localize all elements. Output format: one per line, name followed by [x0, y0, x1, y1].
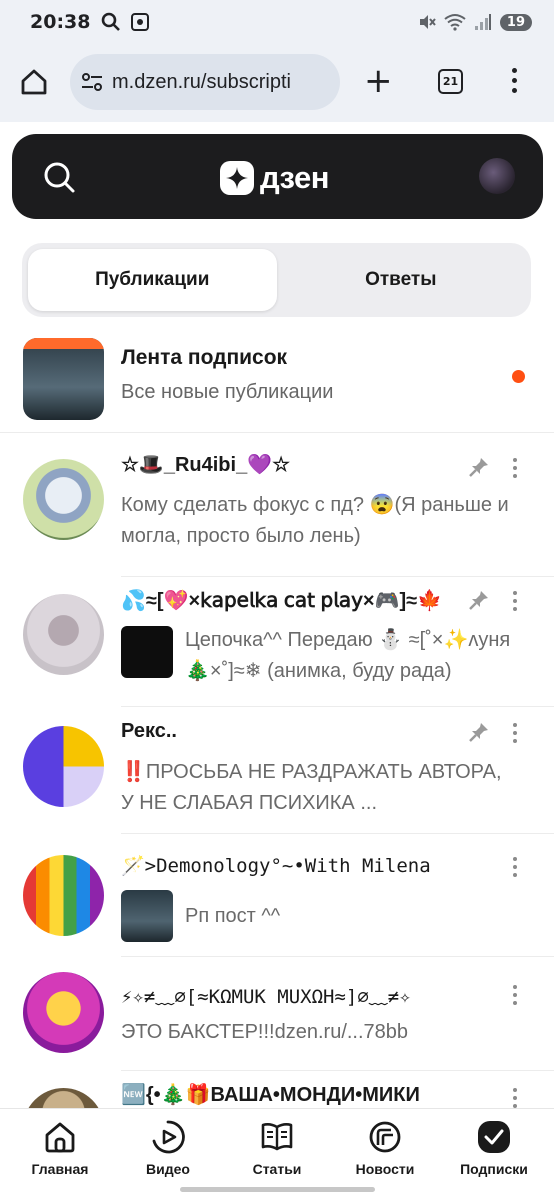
tab-answers[interactable]: Ответы: [277, 249, 526, 311]
channel-avatar: [23, 972, 104, 1053]
search-status-icon: [102, 12, 121, 31]
url-text: m.dzen.ru/subscripti: [112, 70, 291, 93]
channel-name: Рекс..: [121, 720, 177, 742]
nav-video-label: Видео: [146, 1161, 190, 1177]
nav-subscriptions[interactable]: Подписки: [444, 1119, 544, 1177]
dzen-logo-icon: [220, 161, 254, 195]
channel-item[interactable]: Рекс.. ‼️ПРОСЬБА НЕ РАЗДРАЖАТЬ АВТОРА, У…: [0, 712, 554, 836]
dzen-logo-text: дзен: [260, 160, 330, 195]
content-type-switch: Публикации Ответы: [22, 243, 531, 317]
nav-home[interactable]: Главная: [10, 1119, 110, 1177]
channel-item[interactable]: ⚡✧≠﹏⌀[≈KΩMUK MUXΩH≈]⌀﹏≠✧ ЭТО БАКСТЕР!!!d…: [0, 960, 554, 1074]
book-icon: [259, 1119, 295, 1155]
more-options-button[interactable]: [513, 985, 517, 1005]
new-tab-button[interactable]: +: [364, 64, 393, 98]
more-options-button[interactable]: [513, 458, 517, 478]
profile-avatar[interactable]: [479, 158, 515, 194]
more-options-button[interactable]: [513, 857, 517, 877]
channel-name: 💦≈[💖×𝗄𝖺𝗉𝖾𝗅𝗄𝖺 𝖼𝖺𝗍 𝗉𝗅𝖺𝗒×🎮]≈🍁: [121, 590, 443, 612]
post-snippet: Кому сделать фокус с пд? 😨(Я раньше и мо…: [121, 494, 509, 547]
signal-icon: [474, 14, 491, 30]
search-button[interactable]: [42, 160, 76, 198]
nav-articles[interactable]: Статьи: [227, 1119, 327, 1177]
nav-articles-label: Статьи: [252, 1161, 302, 1177]
more-options-button[interactable]: [513, 1088, 517, 1108]
post-preview-image: [121, 890, 173, 942]
channel-avatar: [23, 1088, 104, 1108]
channel-name: ☆🎩_Ru4ibi_💜☆: [121, 454, 291, 476]
more-options-button[interactable]: [513, 723, 517, 743]
unread-indicator: [512, 370, 525, 383]
more-options-button[interactable]: [513, 591, 517, 611]
channel-name: 🆕{•🎄🎁ВАША•МОНДИ•МИКИ: [121, 1084, 420, 1106]
browser-menu-button[interactable]: [512, 68, 517, 93]
post-snippet: Цепочка^^ Передаю ⛄ ≈[˚×✨ʌуня🎄×˚]≈❄ (ани…: [185, 629, 511, 682]
nav-home-label: Главная: [31, 1161, 89, 1177]
channel-avatar: [23, 855, 104, 936]
channel-name: ⚡✧≠﹏⌀[≈KΩMUK MUXΩH≈]⌀﹏≠✧: [121, 986, 411, 1008]
url-bar[interactable]: m.dzen.ru/subscripti: [70, 54, 340, 110]
post-snippet: ‼️ПРОСЬБА НЕ РАЗДРАЖАТЬ АВТОРА, У НЕ СЛА…: [121, 761, 502, 814]
dzen-logo[interactable]: дзен: [220, 160, 330, 196]
home-icon: [21, 69, 47, 95]
browser-home-button[interactable]: [20, 68, 48, 100]
channel-avatar: [23, 459, 104, 540]
subscriptions-check-icon: [476, 1119, 512, 1155]
video-play-icon: [150, 1119, 186, 1155]
post-snippet: ЭТО БАКСТЕР!!!dzen.ru/...78bb: [121, 1021, 409, 1043]
battery-level: 19: [499, 13, 532, 31]
nav-news-label: Новости: [355, 1161, 415, 1177]
site-settings-icon[interactable]: [80, 70, 104, 94]
channel-avatar: [23, 594, 104, 675]
channel-avatar: [23, 726, 104, 807]
post-snippet: Рп пост ^^: [185, 905, 281, 927]
nav-news[interactable]: Новости: [335, 1119, 435, 1177]
tab-switcher-button[interactable]: 21: [438, 69, 463, 94]
status-time: 20:38: [30, 11, 91, 33]
feed-title: Лента подписок: [121, 346, 288, 369]
post-preview-image: [121, 626, 173, 678]
search-icon: [44, 162, 75, 193]
channel-item[interactable]: 🆕{•🎄🎁ВАША•МОНДИ•МИКИ: [0, 1074, 554, 1108]
feed-subtitle: Все новые публикации: [121, 381, 334, 403]
pin-icon: [469, 723, 488, 742]
channel-item[interactable]: 🪄>Demonology°~•With Milena Рп пост ^^: [0, 840, 554, 960]
wifi-icon: [444, 14, 466, 31]
channel-item[interactable]: 💦≈[💖×𝗄𝖺𝗉𝖾𝗅𝗄𝖺 𝖼𝖺𝗍 𝗉𝗅𝖺𝗒×🎮]≈🍁 Цепочка^^ Пер…: [0, 580, 554, 708]
nav-subscriptions-label: Подписки: [460, 1161, 528, 1177]
nav-video[interactable]: Видео: [118, 1119, 218, 1177]
dzen-header: дзен: [12, 134, 543, 219]
screenshot-status-icon: [131, 13, 150, 31]
home-icon: [42, 1119, 78, 1155]
feed-thumbnail: [23, 338, 104, 420]
channel-item[interactable]: ☆🎩_Ru4ibi_💜☆ Кому сделать фокус с пд? 😨(…: [0, 450, 554, 578]
status-bar: 20:38 19: [0, 0, 554, 44]
gesture-bar: [180, 1187, 375, 1192]
news-icon: [367, 1119, 403, 1155]
browser-toolbar: m.dzen.ru/subscripti + 21: [0, 44, 554, 122]
subscriptions-feed-row[interactable]: Лента подписок Все новые публикации: [0, 335, 554, 433]
pin-icon: [469, 458, 488, 477]
mute-icon: [419, 15, 436, 29]
pin-icon: [469, 591, 488, 610]
channel-name: 🪄>Demonology°~•With Milena: [121, 855, 431, 877]
tab-publications[interactable]: Публикации: [28, 249, 277, 311]
